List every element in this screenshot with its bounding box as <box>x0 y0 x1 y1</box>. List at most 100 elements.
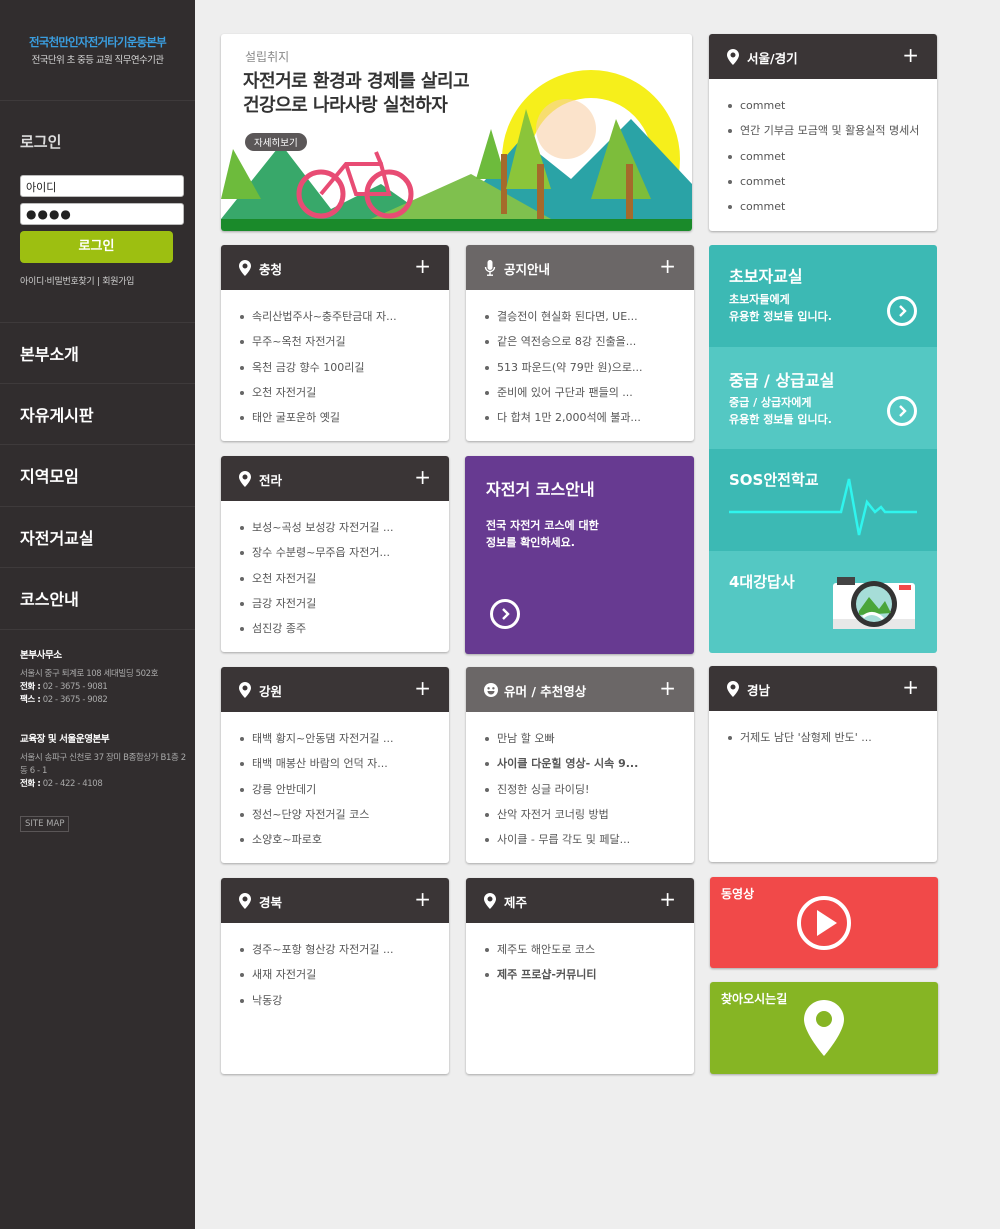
list-item[interactable]: 사이클 - 무릅 각도 및 페달... <box>483 827 694 852</box>
list-item[interactable]: 소양호~파로호 <box>238 827 449 852</box>
list-item[interactable]: 준비에 있어 구단과 팬들의 ... <box>483 380 694 405</box>
list-item[interactable]: 다 합쳐 1만 2,000석에 불과... <box>483 405 694 430</box>
list-item[interactable]: commet <box>726 169 937 194</box>
plus-icon[interactable]: + <box>659 887 676 911</box>
card-title: 서울/경기 <box>747 51 798 66</box>
card-title: 충청 <box>259 262 283 277</box>
chevron-right-icon[interactable] <box>887 396 917 426</box>
location-pin-icon <box>727 681 739 697</box>
list-item[interactable]: commet <box>726 194 937 219</box>
more-button[interactable]: 자세히보기 <box>245 133 307 151</box>
list-item[interactable]: 보성~곡성 보성강 자전거길 ... <box>238 515 449 540</box>
tile-sos-school[interactable]: SOS안전학교 <box>709 449 937 551</box>
list-item[interactable]: 옥천 금강 향수 100리길 <box>238 355 449 380</box>
list-item[interactable]: 산악 자전거 코너링 방법 <box>483 802 694 827</box>
card-jeolla: 전라 + 보성~곡성 보성강 자전거길 ... 장수 수분령~무주읍 자전거..… <box>221 456 449 652</box>
plus-icon[interactable]: + <box>659 676 676 700</box>
list-item[interactable]: 정선~단양 자전거길 코스 <box>238 802 449 827</box>
id-input[interactable]: 아이디 <box>20 175 184 197</box>
location-pin-icon <box>727 49 739 65</box>
plus-icon[interactable]: + <box>659 254 676 278</box>
list-item[interactable]: 태백 매봉산 바람의 언덕 자... <box>238 751 449 776</box>
list-item[interactable]: 새재 자전거길 <box>238 962 449 987</box>
card-header[interactable]: 충청 + <box>221 245 449 290</box>
list-item[interactable]: 섬진강 종주 <box>238 616 449 641</box>
list-item[interactable]: commet <box>726 144 937 169</box>
list-item[interactable]: 연간 기부금 모금액 및 활용실적 명세서 <box>726 118 937 143</box>
location-pin-icon <box>239 260 251 276</box>
heartbeat-icon <box>729 478 917 536</box>
card-gyeongbuk: 경북 + 경주~포항 형산강 자전거길 ... 새재 자전거길 낙동강 <box>221 878 449 1074</box>
office-tel: 전화 : 02 - 3675 - 9081 <box>20 682 108 692</box>
list-item[interactable]: 장수 수분령~무주읍 자전거... <box>238 540 449 565</box>
chevron-right-icon[interactable] <box>887 296 917 326</box>
list-item[interactable]: 무주~옥천 자전거길 <box>238 329 449 354</box>
plus-icon[interactable]: + <box>414 887 431 911</box>
sitemap-button[interactable]: SITE MAP <box>20 816 70 832</box>
list-item[interactable]: 진정한 싱글 라이딩! <box>483 777 694 802</box>
list-item[interactable]: 경주~포항 형산강 자전거길 ... <box>238 937 449 962</box>
head-office-info: 본부사무소 서울시 중구 퇴계로 108 세대빌딩 502호 전화 : 02 -… <box>20 649 190 707</box>
list-item[interactable]: 거제도 남단 '삼형제 반도' ... <box>726 725 937 750</box>
tile-video[interactable]: 동영상 <box>710 877 938 968</box>
card-header[interactable]: 강원 + <box>221 667 449 712</box>
list-item[interactable]: 같은 역전승으로 8강 진출을... <box>483 329 694 354</box>
logo-title: 전국천만인자전거타기운동본부 <box>29 35 167 49</box>
post-list: 만남 할 오빠 사이클 다운힐 영상- 시속 9... 진정한 싱글 라이딩! … <box>466 712 694 852</box>
location-pin-icon <box>239 893 251 909</box>
site-logo[interactable]: 전국천만인자전거타기운동본부 전국단위 초 중등 교원 직무연수기관 <box>0 34 195 66</box>
location-pin-icon <box>484 893 496 909</box>
list-item[interactable]: 오천 자전거길 <box>238 566 449 591</box>
office-address: 서울시 중구 퇴계로 108 세대빌딩 502호 <box>20 669 159 679</box>
list-item[interactable]: 낙동강 <box>238 988 449 1013</box>
card-header[interactable]: 경남 + <box>709 666 937 711</box>
hero-subtitle: 설립취지 <box>245 50 290 64</box>
plus-icon[interactable]: + <box>414 676 431 700</box>
nav-label: 지역모임 <box>20 467 79 486</box>
office-tel: 전화 : 02 - 422 - 4108 <box>20 779 103 789</box>
tile-directions[interactable]: 찾아오시는길 <box>710 982 938 1074</box>
list-item[interactable]: 태백 황지~안동댐 자전거길 ... <box>238 726 449 751</box>
list-item[interactable]: 사이클 다운힐 영상- 시속 9... <box>483 751 694 776</box>
list-item[interactable]: 금강 자전거길 <box>238 591 449 616</box>
map-pin-icon <box>804 1000 844 1056</box>
list-item[interactable]: 강릉 안반데기 <box>238 777 449 802</box>
card-header[interactable]: 유머 / 추천영상 + <box>466 667 694 712</box>
nav-item-local[interactable]: 지역모임 <box>0 444 195 505</box>
card-gyeongnam: 경남 + 거제도 남단 '삼형제 반도' ... <box>709 666 937 862</box>
plus-icon[interactable]: + <box>414 254 431 278</box>
list-item[interactable]: 만남 할 오빠 <box>483 726 694 751</box>
nav-item-about[interactable]: 본부소개 <box>0 322 195 383</box>
list-item[interactable]: 제주도 해안도로 코스 <box>483 937 694 962</box>
list-item[interactable]: 오천 자전거길 <box>238 380 449 405</box>
card-header[interactable]: 경북 + <box>221 878 449 923</box>
chevron-right-icon[interactable] <box>490 599 520 629</box>
card-header[interactable]: 전라 + <box>221 456 449 501</box>
nav-item-class[interactable]: 자전거교실 <box>0 506 195 567</box>
nav-item-course[interactable]: 코스안내 <box>0 567 195 628</box>
plus-icon[interactable]: + <box>902 43 919 67</box>
list-item[interactable]: 결승전이 현실화 된다면, UE... <box>483 304 694 329</box>
list-item[interactable]: 속리산법주사~충주탄금대 자... <box>238 304 449 329</box>
card-header[interactable]: 제주 + <box>466 878 694 923</box>
nav-item-board[interactable]: 자유게시판 <box>0 383 195 444</box>
card-header[interactable]: 공지안내 + <box>466 245 694 290</box>
tile-beginner-class[interactable]: 초보자교실 초보자들에게 유용한 정보들 입니다. <box>709 245 937 347</box>
sidebar: 전국천만인자전거타기운동본부 전국단위 초 중등 교원 직무연수기관 로그인 아… <box>0 0 195 1229</box>
list-item[interactable]: commet <box>726 93 937 118</box>
login-button[interactable]: 로그인 <box>20 231 173 263</box>
tile-course-guide[interactable]: 자전거 코스안내 전국 자전거 코스에 대한 정보를 확인하세요. <box>465 456 694 654</box>
password-input[interactable]: ●●●● <box>20 203 184 225</box>
find-account-links[interactable]: 아이디·비밀번호찾기 | 회원가입 <box>20 274 134 287</box>
plus-icon[interactable]: + <box>902 675 919 699</box>
tile-advanced-class[interactable]: 중급 / 상급교실 중급 / 상급자에게 유용한 정보들 입니다. <box>709 347 937 449</box>
plus-icon[interactable]: + <box>414 465 431 489</box>
nav-label: 본부소개 <box>20 345 79 364</box>
post-list: 거제도 남단 '삼형제 반도' ... <box>709 711 937 750</box>
list-item[interactable]: 제주 프로샵-커뮤니티 <box>483 962 694 987</box>
tile-river-tour[interactable]: 4대강답사 <box>709 551 937 653</box>
list-item[interactable]: 513 파운드(약 79만 원)으로... <box>483 355 694 380</box>
card-header[interactable]: 서울/경기 + <box>709 34 937 79</box>
list-item[interactable]: 태안 굴포운하 옛길 <box>238 405 449 430</box>
card-gangwon: 강원 + 태백 황지~안동댐 자전거길 ... 태백 매봉산 바람의 언덕 자.… <box>221 667 449 863</box>
